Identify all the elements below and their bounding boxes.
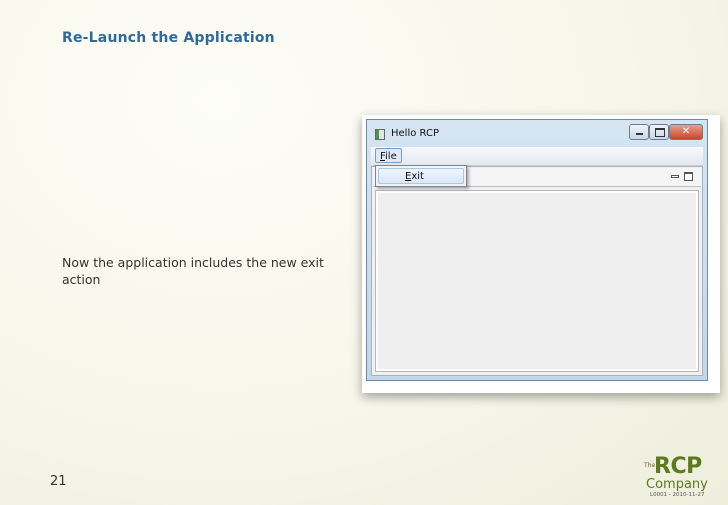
- view-body: [375, 190, 699, 372]
- logo-rcp-text: RCP: [654, 454, 702, 479]
- menu-file-label-rest: ile: [385, 151, 397, 162]
- slide-title: Re-Launch the Application: [62, 30, 275, 46]
- rcp-company-logo: The RCP Company L0001 - 2010-11-27: [640, 454, 724, 502]
- menu-file[interactable]: File: [375, 148, 402, 163]
- menu-item-exit[interactable]: Exit: [378, 168, 464, 184]
- logo-company-text: Company: [646, 477, 708, 492]
- minimize-button[interactable]: [629, 124, 649, 140]
- screenshot-frame: Hello RCP ✕ File Exit: [362, 115, 720, 393]
- app-window: Hello RCP ✕ File Exit: [366, 119, 708, 381]
- file-menu-dropdown: Exit: [375, 165, 467, 187]
- view-maximize-icon[interactable]: [684, 172, 693, 181]
- maximize-button[interactable]: [649, 124, 669, 140]
- menu-bar: File: [371, 147, 703, 166]
- app-icon: [375, 129, 385, 140]
- page-number: 21: [50, 474, 67, 489]
- close-button[interactable]: ✕: [669, 124, 703, 140]
- slide-body-text: Now the application includes the new exi…: [62, 255, 324, 287]
- view-minimize-icon[interactable]: [671, 175, 679, 178]
- close-icon: ✕: [681, 126, 691, 137]
- workbench-client-area: [371, 166, 703, 376]
- window-title: Hello RCP: [391, 128, 439, 139]
- window-titlebar[interactable]: Hello RCP ✕: [367, 120, 707, 146]
- menu-item-exit-rest: xit: [411, 171, 424, 182]
- logo-code-text: L0001 - 2010-11-27: [650, 492, 705, 498]
